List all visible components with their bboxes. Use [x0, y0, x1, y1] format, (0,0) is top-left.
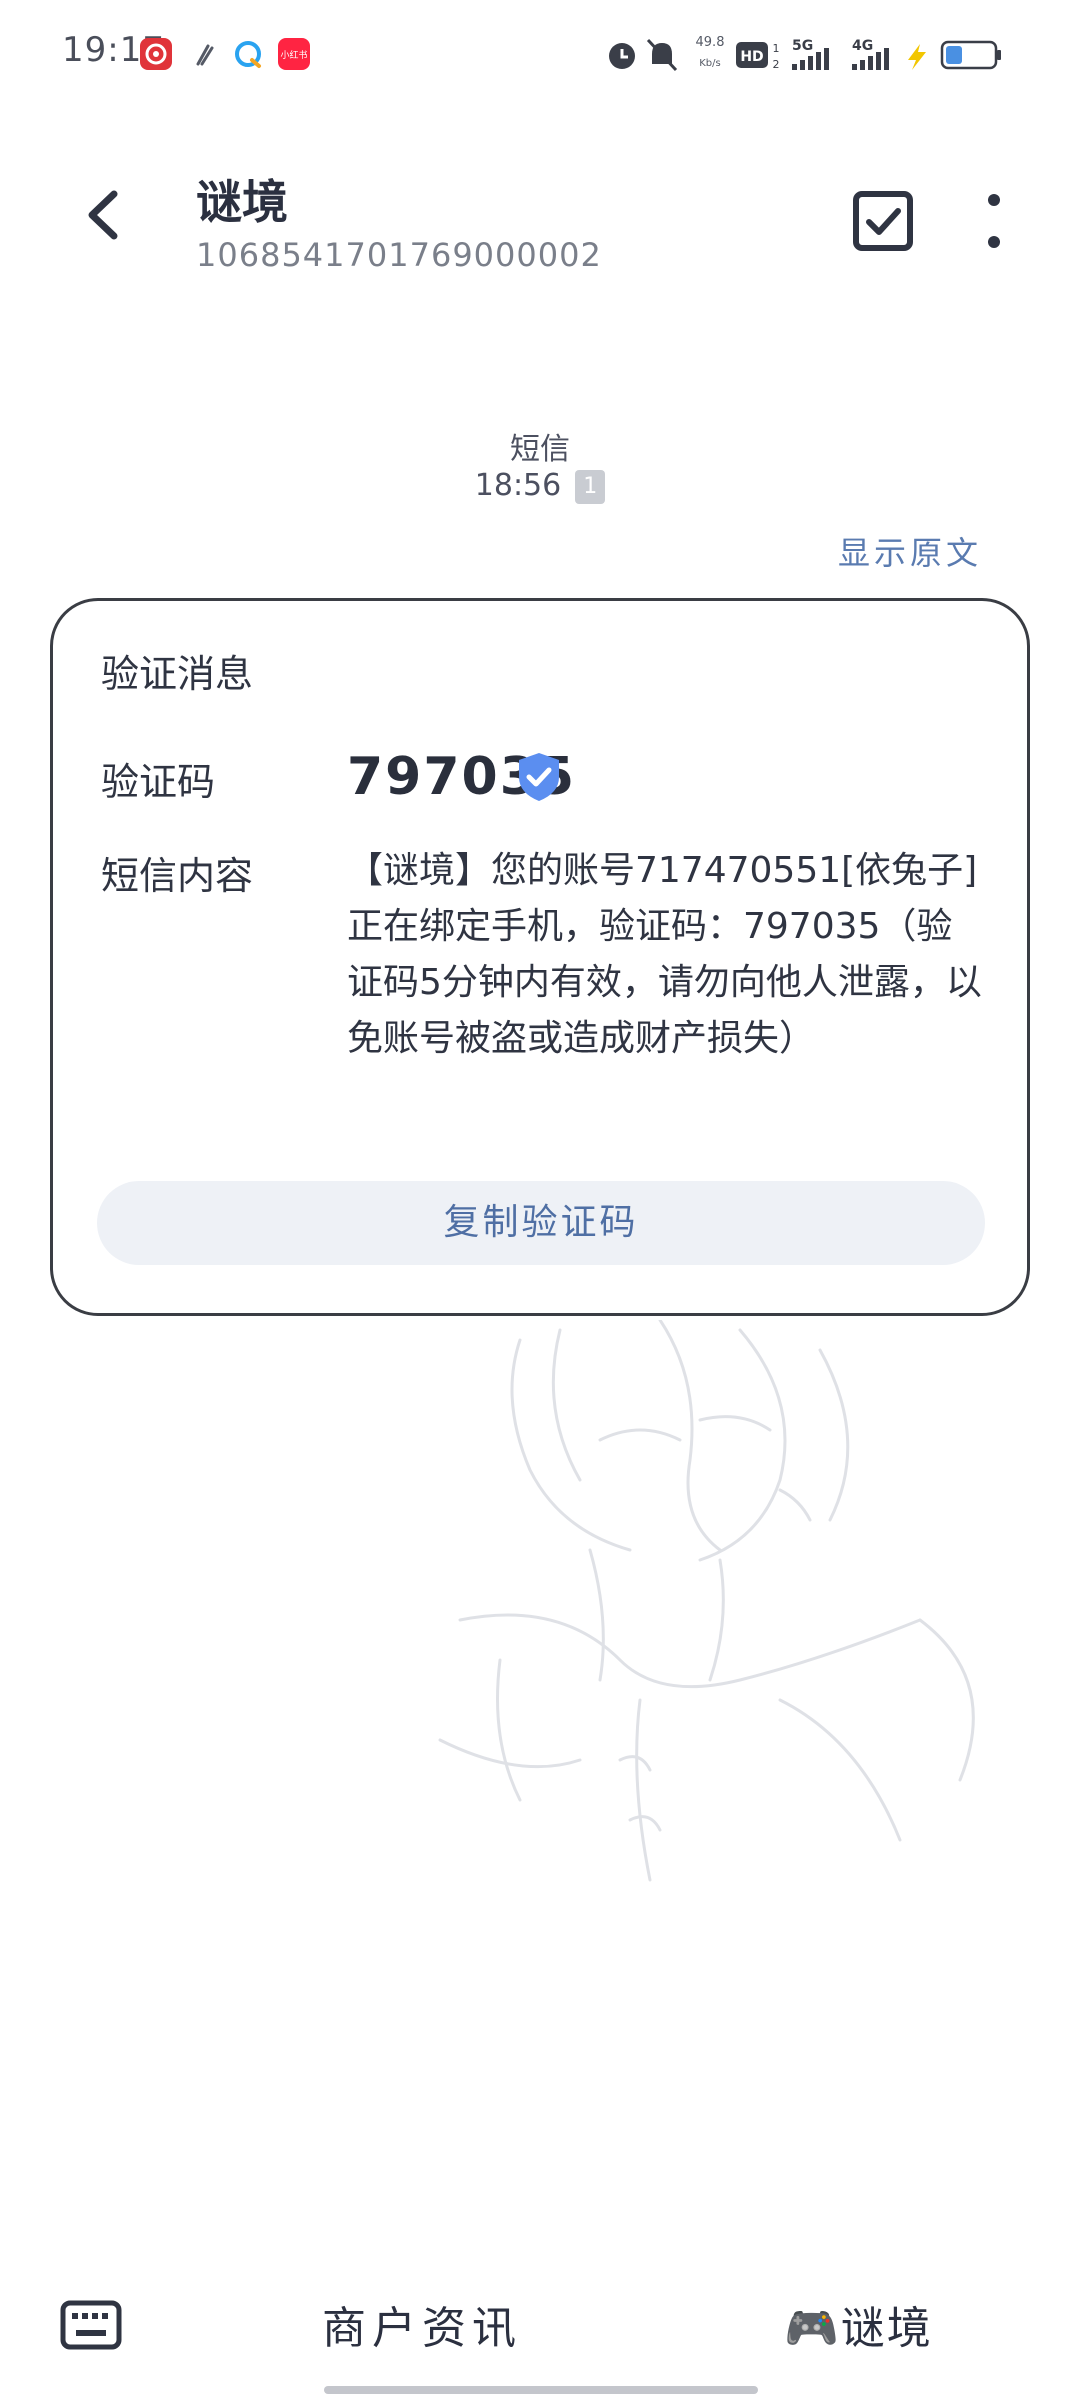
code-label: 验证码 — [101, 760, 216, 804]
hd-sub-bottom: 2 — [773, 58, 780, 71]
more-vertical-icon — [988, 194, 1000, 248]
contact-number: 1068541701769000002 — [196, 236, 602, 274]
sim-slot-badge: 1 — [575, 469, 606, 504]
status-bar: 19:17 小红书 49.8 Kb/s HD 1 2 5G 4G — [0, 0, 1080, 110]
multi-select-button[interactable] — [852, 190, 914, 252]
net-speed-unit: Kb/s — [699, 58, 720, 69]
battery-icon — [940, 40, 1001, 70]
keyboard-icon — [60, 2300, 122, 2350]
keyboard-toggle-button[interactable] — [60, 2300, 122, 2350]
net-speed-value: 49.8 — [696, 35, 725, 50]
card-title: 验证消息 — [101, 652, 254, 696]
contact-name: 谜境 — [196, 175, 288, 229]
bottom-menu-bar: 商户资讯 🎮谜境 — [0, 2280, 1080, 2370]
signal-5g-icon: 5G — [792, 38, 829, 70]
status-icons: 49.8 Kb/s HD 1 2 5G 4G — [600, 30, 1080, 80]
sms-conversation-screen: 19:17 小红书 49.8 Kb/s HD 1 2 5G 4G 谜境 1068… — [0, 0, 1080, 2400]
hd-sub-top: 1 — [773, 42, 780, 55]
verification-card: 验证消息 验证码 797035 短信内容 【谜境】您的账号717470551[依… — [50, 598, 1030, 1316]
xiaohongshu-icon: 小红书 — [278, 38, 310, 70]
charging-icon — [908, 44, 926, 70]
menu-merchant-info[interactable]: 商户资讯 — [322, 2292, 522, 2356]
message-type-label: 短信 — [510, 432, 570, 467]
content-label: 短信内容 — [101, 854, 254, 898]
hd-label: HD — [740, 49, 763, 65]
feather-icon — [190, 38, 222, 70]
network-label-2: 4G — [852, 38, 873, 54]
home-indicator[interactable] — [324, 2386, 758, 2394]
back-button[interactable] — [70, 180, 140, 250]
background-sketch-illustration — [400, 1318, 1020, 1920]
verified-shield-icon — [515, 751, 563, 803]
more-options-button[interactable] — [974, 192, 1014, 252]
message-timestamp: 18:56 1 — [0, 468, 1080, 504]
netease-music-icon — [140, 38, 172, 70]
signal-4g-icon: 4G — [852, 38, 889, 70]
show-original-link[interactable]: 显示原文 — [838, 528, 982, 574]
hd-icon: HD 1 2 — [736, 42, 780, 71]
network-label-1: 5G — [792, 38, 813, 54]
copy-code-button[interactable]: 复制验证码 — [97, 1181, 985, 1265]
message-time: 18:56 — [474, 468, 562, 503]
menu-game[interactable]: 🎮谜境 — [784, 2292, 933, 2356]
qq-browser-icon — [232, 38, 264, 70]
sms-content: 【谜境】您的账号717470551[依兔子]正在绑定手机，验证码：797035（… — [347, 850, 982, 1059]
alarm-icon — [609, 43, 635, 69]
checkbox-icon — [853, 191, 913, 251]
chevron-left-icon — [88, 190, 118, 240]
mute-bell-icon — [646, 38, 678, 72]
xiaohongshu-label: 小红书 — [280, 49, 307, 61]
